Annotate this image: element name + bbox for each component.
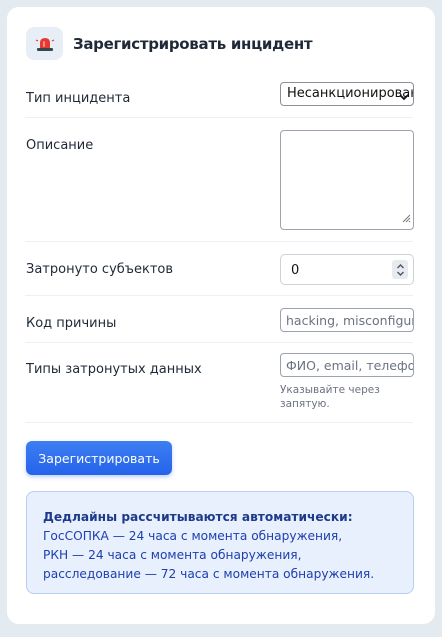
stepper-arrows-icon (396, 263, 404, 276)
incident-type-select[interactable]: Несанкционированный доступ (280, 82, 414, 106)
chevron-down-icon (399, 90, 409, 105)
data-types-input[interactable]: ФИО, email, телефон (280, 353, 414, 377)
incident-type-row: Тип инцидента Несанкционированный доступ (25, 77, 414, 118)
info-line-investigation: расследование — 72 часа с момента обнару… (43, 567, 375, 581)
incident-type-selected: Несанкционированный доступ (287, 86, 413, 101)
reason-code-row: Код причины hacking, misconfiguration (25, 296, 414, 343)
affected-subjects-row: Затронуто субъектов 0 (25, 242, 414, 296)
info-line-gossopka: ГосСОПКА — 24 часа с момента обнаружения… (43, 529, 343, 543)
incident-type-label: Тип инцидента (26, 91, 131, 106)
affected-subjects-label: Затронуто субъектов (26, 262, 174, 277)
number-stepper[interactable] (392, 260, 408, 279)
description-label: Описание (26, 138, 94, 153)
reason-code-input[interactable]: hacking, misconfiguration (280, 308, 414, 332)
affected-subjects-input[interactable]: 0 (280, 254, 414, 285)
page-title: Зарегистрировать инцидент (73, 34, 313, 53)
description-textarea[interactable] (280, 130, 414, 230)
siren-icon (26, 27, 63, 60)
reason-code-label: Код причины (26, 316, 117, 331)
deadline-info-box: Дедлайны рассчитываются автоматически: Г… (26, 491, 414, 594)
data-types-row: Типы затронутых данных ФИО, email, телеф… (25, 343, 414, 423)
data-types-label: Типы затронутых данных (26, 362, 202, 377)
info-title: Дедлайны рассчитываются автоматически: (43, 510, 353, 524)
description-row: Описание (25, 118, 414, 242)
resize-grip-icon[interactable] (401, 212, 411, 227)
info-line-rkn: РКН — 24 часа с момента обнаружения, (43, 548, 302, 562)
incident-form-card: Зарегистрировать инцидент Тип инцидента … (7, 7, 435, 624)
data-types-placeholder: ФИО, email, телефон (286, 358, 414, 373)
data-types-hint: Указывайте через запятую. (280, 384, 380, 410)
affected-subjects-value: 0 (291, 263, 300, 278)
form-header: Зарегистрировать инцидент (26, 27, 313, 60)
register-button[interactable]: Зарегистрировать (26, 441, 172, 475)
reason-code-placeholder: hacking, misconfiguration (286, 313, 413, 328)
